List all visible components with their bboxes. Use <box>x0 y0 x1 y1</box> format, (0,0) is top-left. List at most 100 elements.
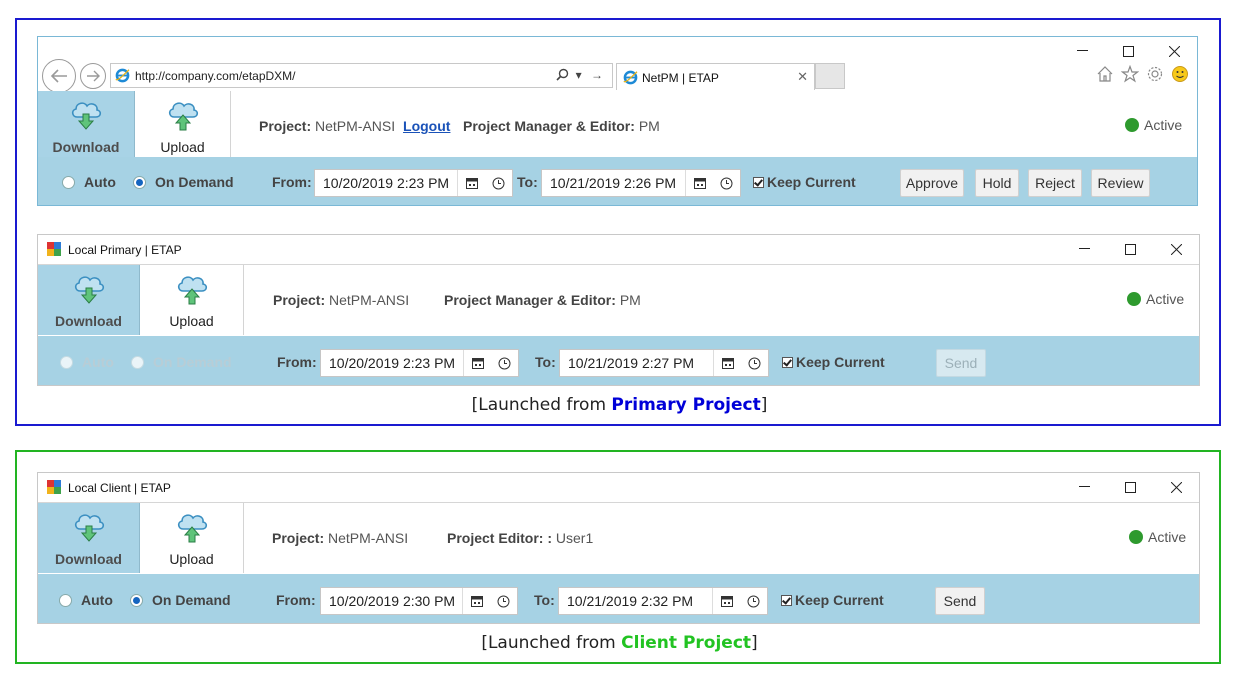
download-label: Download <box>55 551 122 567</box>
clock-icon[interactable] <box>485 170 512 196</box>
from-date-field[interactable]: 10/20/2019 2:30 PM <box>320 587 518 615</box>
send-button[interactable]: Send <box>935 587 985 615</box>
calendar-icon[interactable] <box>685 170 713 196</box>
clock-icon[interactable] <box>491 350 518 376</box>
etap-app-icon <box>47 242 61 256</box>
to-date-field[interactable]: 10/21/2019 2:32 PM <box>558 587 768 615</box>
new-tab-button[interactable] <box>815 63 845 89</box>
calendar-icon[interactable] <box>713 350 741 376</box>
role-label: Project Editor: : <box>447 530 553 546</box>
to-date-value: 10/21/2019 2:32 PM <box>567 593 694 609</box>
upload-label: Upload <box>169 313 214 329</box>
reject-button[interactable]: Reject <box>1028 169 1082 197</box>
local-primary-window: Local Primary | ETAP Download Upload Pro… <box>37 234 1200 386</box>
download-button[interactable]: Download <box>38 265 140 335</box>
close-icon[interactable] <box>1151 37 1197 65</box>
auto-radio[interactable]: Auto <box>59 592 113 608</box>
gear-icon[interactable] <box>1146 65 1164 83</box>
calendar-icon[interactable] <box>712 588 740 614</box>
search-icon[interactable] <box>556 68 569 81</box>
from-date-field[interactable]: 10/20/2019 2:23 PM <box>314 169 513 197</box>
status-text: Active <box>1146 291 1185 307</box>
clock-icon[interactable] <box>740 588 767 614</box>
project-label: Project: <box>272 530 325 546</box>
to-date-field[interactable]: 10/21/2019 2:26 PM <box>541 169 741 197</box>
minimize-icon[interactable] <box>1061 473 1107 501</box>
toolbar: Auto On Demand From: 10/20/2019 2:30 PM … <box>38 574 1199 623</box>
on-demand-radio-circle <box>131 355 144 369</box>
keep-current-check-icon[interactable] <box>782 356 793 368</box>
auto-label: Auto <box>81 592 113 608</box>
clock-icon[interactable] <box>490 588 517 614</box>
ribbon: Download Upload Project: NetPM-ANSI Logo… <box>38 91 1197 161</box>
role-value: PM <box>619 292 641 308</box>
project-info: Project: NetPM-ANSI <box>273 292 409 308</box>
upload-button[interactable]: Upload <box>135 91 231 161</box>
local-client-window: Local Client | ETAP Download Upload Proj… <box>37 472 1200 624</box>
auto-label: Auto <box>84 174 116 190</box>
maximize-icon[interactable] <box>1107 473 1153 501</box>
hold-button[interactable]: Hold <box>975 169 1019 197</box>
download-button[interactable]: Download <box>38 91 135 161</box>
calendar-icon[interactable] <box>463 350 491 376</box>
home-icon[interactable] <box>1096 65 1114 83</box>
caption-prefix: [Launched from <box>471 395 612 415</box>
logout-link[interactable]: Logout <box>403 118 450 134</box>
from-label: From: <box>272 174 312 190</box>
on-demand-radio[interactable]: On Demand <box>130 592 231 608</box>
from-date-field[interactable]: 10/20/2019 2:23 PM <box>320 349 519 377</box>
on-demand-radio[interactable]: On Demand <box>133 174 234 190</box>
minimize-icon[interactable] <box>1061 235 1107 263</box>
smiley-icon[interactable] <box>1171 65 1189 83</box>
maximize-icon[interactable] <box>1107 235 1153 263</box>
close-icon[interactable] <box>1153 235 1199 263</box>
approve-button[interactable]: Approve <box>900 169 964 197</box>
forward-icon[interactable] <box>80 63 106 89</box>
favorites-star-icon[interactable] <box>1121 65 1139 83</box>
calendar-icon[interactable] <box>462 588 490 614</box>
tab-close-icon[interactable]: ✕ <box>797 69 808 85</box>
clock-icon[interactable] <box>741 350 768 376</box>
upload-label: Upload <box>169 551 214 567</box>
dropdown-icon[interactable]: ▾ <box>576 68 585 82</box>
close-icon[interactable] <box>1153 473 1199 501</box>
status-indicator: Active <box>1125 117 1182 133</box>
auto-radio-circle[interactable] <box>62 175 75 189</box>
upload-button[interactable]: Upload <box>140 265 244 335</box>
review-button[interactable]: Review <box>1091 169 1150 197</box>
active-dot-icon <box>1127 292 1141 306</box>
keep-current-check-icon[interactable] <box>753 176 764 188</box>
go-arrow-icon[interactable]: → <box>591 68 606 82</box>
back-icon[interactable] <box>42 59 76 93</box>
project-info: Project: NetPM-ANSI <box>272 530 408 546</box>
project-value: NetPM-ANSI <box>329 292 410 308</box>
browser-tab[interactable]: NetPM | ETAP ✕ <box>616 63 815 90</box>
cloud-upload-icon <box>177 514 207 543</box>
address-tools[interactable]: ▾ → <box>556 68 606 82</box>
keep-current-check-icon[interactable] <box>781 594 792 606</box>
keep-current-checkbox[interactable]: Keep Current <box>781 592 884 608</box>
on-demand-radio-circle[interactable] <box>130 593 143 607</box>
from-date-value: 10/20/2019 2:23 PM <box>329 355 456 371</box>
cloud-download-icon <box>74 514 104 542</box>
maximize-icon[interactable] <box>1105 37 1151 65</box>
keep-current-label: Keep Current <box>796 354 885 370</box>
clock-icon[interactable] <box>713 170 740 196</box>
from-date-value: 10/20/2019 2:23 PM <box>323 175 450 191</box>
download-button[interactable]: Download <box>38 503 140 573</box>
to-date-field[interactable]: 10/21/2019 2:27 PM <box>559 349 769 377</box>
calendar-icon[interactable] <box>457 170 485 196</box>
upload-button[interactable]: Upload <box>140 503 244 573</box>
minimize-icon[interactable] <box>1059 37 1105 65</box>
cloud-download-icon <box>71 102 102 130</box>
address-bar[interactable]: http://company.com/etapDXM/ ▾ → <box>110 63 613 88</box>
caption-suffix: ] <box>760 395 768 415</box>
auto-radio-circle[interactable] <box>59 593 72 607</box>
window-title: Local Client | ETAP <box>68 481 171 495</box>
status-indicator: Active <box>1127 291 1184 307</box>
auto-radio[interactable]: Auto <box>62 174 116 190</box>
on-demand-radio-circle[interactable] <box>133 175 146 189</box>
keep-current-checkbox[interactable]: Keep Current <box>753 174 856 190</box>
keep-current-checkbox[interactable]: Keep Current <box>782 354 885 370</box>
to-date-value: 10/21/2019 2:27 PM <box>568 355 695 371</box>
